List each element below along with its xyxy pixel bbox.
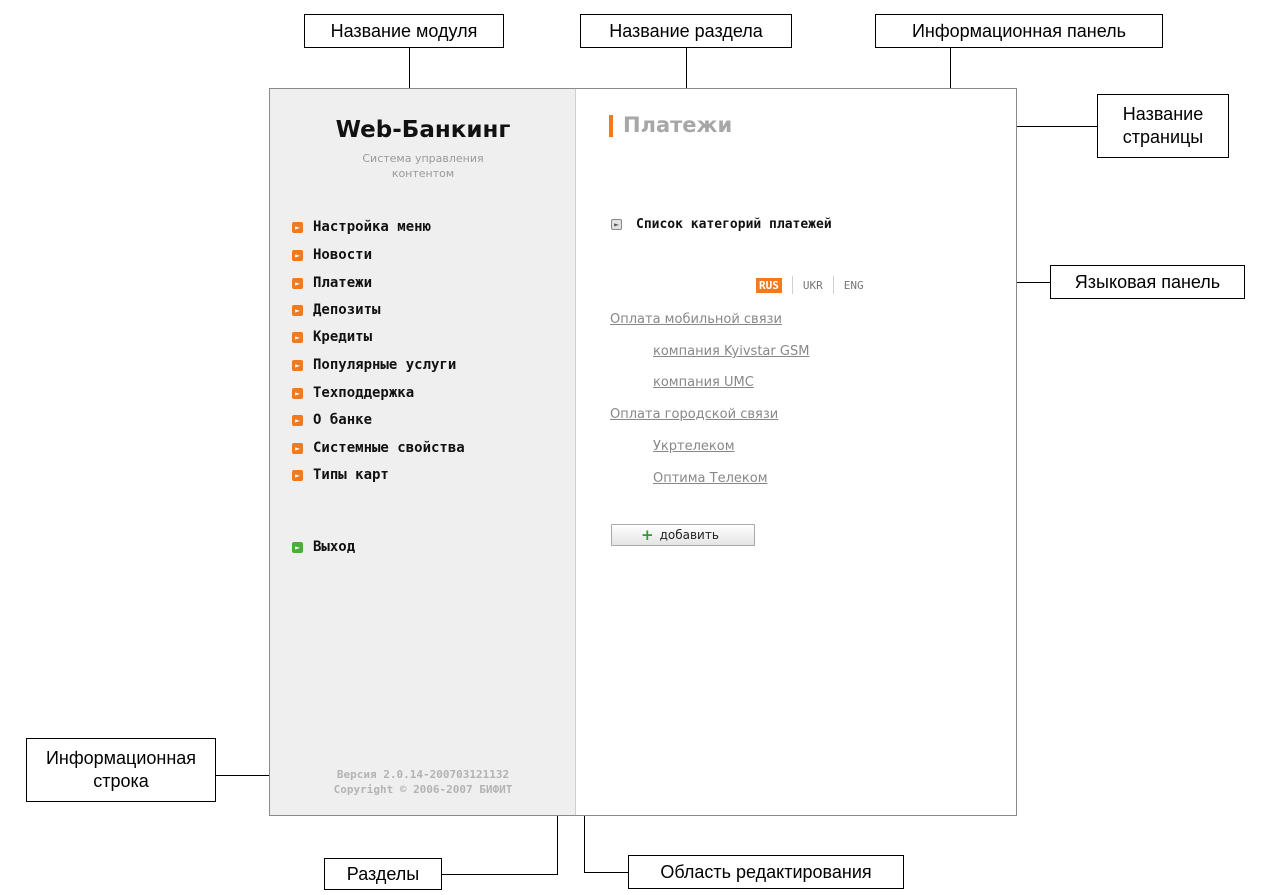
leader-sections-h2	[442, 874, 558, 875]
arrow-right-icon: ►	[292, 442, 303, 454]
arrow-right-icon: ►	[292, 414, 303, 426]
logout-label: Выход	[313, 539, 356, 555]
menu-item-news[interactable]: ► Новости	[292, 247, 372, 263]
menu-item-menu-settings[interactable]: ► Настройка меню	[292, 219, 431, 235]
menu-item-label: Типы карт	[313, 467, 389, 483]
language-panel: RUS UKR ENG	[756, 276, 864, 294]
arrow-right-icon: ►	[292, 541, 303, 553]
menu-item-label: Новости	[313, 247, 373, 263]
menu-item-payments[interactable]: ► Платежи	[292, 275, 372, 291]
menu-item-label: Депозиты	[313, 302, 381, 318]
callout-module-name: Название модуля	[304, 14, 504, 48]
app-window: Web-Банкинг Система управления контентом…	[269, 88, 1017, 816]
category-link[interactable]: Оплата городской связи	[610, 407, 778, 422]
callout-info-line: Информационная строка	[26, 738, 216, 802]
lang-divider	[832, 276, 834, 294]
callout-page-name: Название страницы	[1097, 94, 1229, 158]
lang-eng[interactable]: ENG	[844, 279, 864, 292]
callout-language-panel: Языковая панель	[1050, 265, 1245, 299]
arrow-right-icon: ►	[292, 277, 303, 289]
menu-item-label: О банке	[313, 412, 373, 428]
add-button[interactable]: + добавить	[611, 524, 755, 546]
menu-item-label: Настройка меню	[313, 219, 432, 235]
menu-item-label: Кредиты	[313, 329, 373, 345]
callout-info-panel: Информационная панель	[875, 14, 1163, 48]
menu-item-label: Популярные услуги	[313, 357, 457, 373]
menu-item-label: Техподдержка	[313, 385, 415, 401]
lang-ukr[interactable]: UKR	[803, 279, 823, 292]
menu-item-support[interactable]: ► Техподдержка	[292, 385, 414, 401]
section-title: Платежи	[623, 113, 733, 137]
arrow-right-icon: ►	[292, 387, 303, 399]
menu-item-label: Системные свойства	[313, 440, 465, 456]
category-link[interactable]: Оплата мобильной связи	[610, 312, 782, 327]
leader-edit-area-h2	[584, 872, 628, 873]
subcategory-link[interactable]: компания UMC	[653, 375, 754, 390]
arrow-right-icon: ►	[292, 331, 303, 343]
menu-item-card-types[interactable]: ► Типы карт	[292, 467, 389, 483]
arrow-right-icon: ►	[292, 359, 303, 371]
app-title: Web-Банкинг	[335, 117, 511, 143]
plus-icon: +	[641, 526, 654, 544]
callout-section-name: Название раздела	[580, 14, 792, 48]
menu-item-popular-services[interactable]: ► Популярные услуги	[292, 357, 456, 373]
arrow-right-icon: ►	[292, 469, 303, 481]
menu-item-system-properties[interactable]: ► Системные свойства	[292, 440, 465, 456]
menu-item-credits[interactable]: ► Кредиты	[292, 329, 372, 345]
sidebar: Web-Банкинг Система управления контентом…	[270, 89, 576, 815]
arrow-right-icon: ►	[292, 249, 303, 261]
callout-sections: Разделы	[324, 858, 442, 890]
arrow-right-icon: ►	[292, 221, 303, 233]
menu-item-label: Платежи	[313, 275, 373, 291]
arrow-right-icon: ►	[611, 219, 622, 230]
page-title-text: Список категорий платежей	[636, 217, 832, 232]
info-line: Версия 2.0.14-200703121132 Copyright © 2…	[333, 768, 513, 796]
lang-rus[interactable]: RUS	[756, 277, 782, 293]
section-accent-bar	[609, 115, 613, 137]
subcategory-link[interactable]: Оптима Телеком	[653, 471, 768, 486]
lang-divider	[791, 276, 793, 294]
add-button-label: добавить	[659, 528, 719, 542]
menu-item-about-bank[interactable]: ► О банке	[292, 412, 372, 428]
subcategory-link[interactable]: компания Kyivstar GSM	[653, 344, 809, 359]
subcategory-link[interactable]: Укртелеком	[653, 439, 735, 454]
page-title: ► Список категорий платежей	[611, 217, 832, 232]
app-subtitle: Система управления контентом	[362, 152, 484, 180]
logout-link[interactable]: ► Выход	[292, 539, 355, 555]
menu-item-deposits[interactable]: ► Депозиты	[292, 302, 380, 318]
callout-edit-area: Область редактирования	[628, 855, 904, 889]
arrow-right-icon: ►	[292, 304, 303, 316]
